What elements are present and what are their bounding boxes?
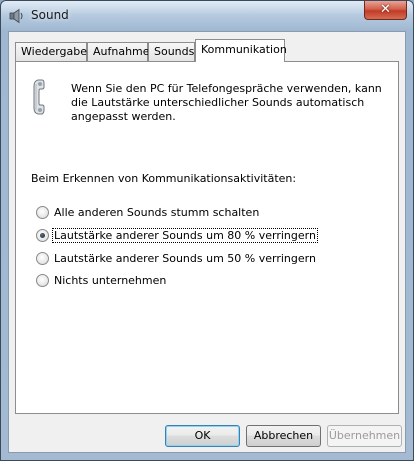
tab-label: Wiedergabe <box>21 45 88 58</box>
tab-aufnahme[interactable]: Aufnahme <box>87 42 150 61</box>
tab-wiedergabe[interactable]: Wiedergabe <box>15 42 87 61</box>
tab-label: Aufnahme <box>93 45 150 58</box>
radio-button-selected[interactable] <box>36 229 49 242</box>
radio-button[interactable] <box>36 206 49 219</box>
title-bar[interactable]: Sound ✕ <box>1 1 413 31</box>
apply-button[interactable]: Übernehmen <box>327 425 402 447</box>
dialog-client-area: Wiedergabe Aufnahme Sounds Kommunikation… <box>8 31 406 453</box>
speaker-icon <box>9 8 23 24</box>
tab-sounds[interactable]: Sounds <box>148 42 195 61</box>
option-label: Lautstärke anderer Sounds um 80 % verrin… <box>52 228 318 243</box>
communication-panel: Wenn Sie den PC für Telefongespräche ver… <box>15 61 399 414</box>
tab-kommunikation[interactable]: Kommunikation <box>195 39 287 62</box>
cancel-button[interactable]: Abbrechen <box>246 425 321 447</box>
detection-label: Beim Erkennen von Kommunikationsaktivitä… <box>31 172 297 185</box>
option-label: Lautstärke anderer Sounds um 50 % verrin… <box>54 252 316 265</box>
option-label: Alle anderen Sounds stumm schalten <box>54 206 260 219</box>
ok-button[interactable]: OK <box>165 425 240 447</box>
intro-text: Wenn Sie den PC für Telefongespräche ver… <box>71 82 382 123</box>
close-button[interactable]: ✕ <box>364 1 407 20</box>
option-label: Nichts unternehmen <box>54 274 167 287</box>
radio-button[interactable] <box>36 252 49 265</box>
window-title: Sound <box>31 8 69 22</box>
radio-button[interactable] <box>36 274 49 287</box>
sound-dialog-window: Sound ✕ Wiedergabe Aufnahme Sounds Kommu… <box>0 0 414 461</box>
close-icon: ✕ <box>380 2 391 17</box>
tab-label: Sounds <box>154 45 195 58</box>
tab-label: Kommunikation <box>201 43 287 56</box>
telephone-handset-icon <box>33 79 45 115</box>
